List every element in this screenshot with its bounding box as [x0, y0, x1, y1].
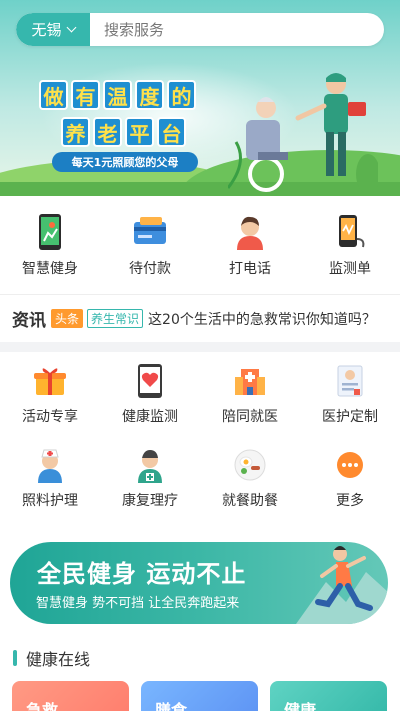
quick-action-label: 打电话	[229, 261, 271, 277]
monitor-device-icon	[330, 212, 370, 252]
promo-section: 全民健身 运动不止 智慧健身 势不可挡 让全民奔跑起来	[0, 532, 400, 630]
quick-action-call[interactable]: 打电话	[200, 196, 300, 294]
service-label: 医护定制	[322, 409, 378, 425]
banner-title-char: 台	[157, 117, 186, 147]
nurse-icon	[31, 446, 69, 484]
health-online-section: 健康在线 急救 膳食 健康	[0, 630, 400, 711]
banner-title-char: 做	[39, 80, 68, 110]
person-call-icon	[230, 212, 270, 252]
banner-title-char: 度	[135, 80, 164, 110]
heart-monitor-icon	[131, 362, 169, 400]
search-input[interactable]	[90, 13, 384, 46]
quick-action-label: 监测单	[329, 261, 371, 277]
service-meal-assist[interactable]: 就餐助餐	[200, 446, 300, 532]
banner-title-char: 老	[93, 117, 122, 147]
service-label: 康复理疗	[122, 493, 178, 509]
promo-title: 全民健身 运动不止	[37, 560, 247, 588]
banner-title-char: 的	[167, 80, 196, 110]
city-selector[interactable]: 无锡	[16, 13, 90, 46]
health-card-label: 急救	[26, 701, 59, 711]
service-health-monitoring[interactable]: 健康监测	[100, 362, 200, 446]
chevron-down-icon	[66, 22, 76, 33]
banner-subtitle: 每天1元照顾您的父母	[52, 152, 198, 172]
quick-action-label: 智慧健身	[22, 261, 78, 277]
service-label: 陪同就医	[222, 409, 278, 425]
banner-title-line-2: 养 老 平 台	[61, 117, 186, 147]
caregiver-illustration	[228, 73, 378, 192]
section-header: 健康在线	[13, 646, 90, 670]
banner-title-char: 有	[71, 80, 100, 110]
service-label: 活动专享	[22, 409, 78, 425]
section-accent-bar	[13, 650, 17, 666]
app-home-screen: 做 有 温 度 的 养 老 平 台 每天1元照顾您的父母 无锡 搜索服务 智慧健…	[0, 0, 400, 711]
banner-title-char: 平	[125, 117, 154, 147]
service-care-nursing[interactable]: 照料护理	[0, 446, 100, 532]
doctor-icon	[131, 446, 169, 484]
quick-action-label: 待付款	[129, 261, 171, 277]
banner-title-char: 养	[61, 117, 90, 147]
service-label: 就餐助餐	[222, 493, 278, 509]
phone-fitness-icon	[30, 212, 70, 252]
section-title: 健康在线	[26, 650, 91, 669]
document-icon	[331, 362, 369, 400]
gift-icon	[31, 362, 69, 400]
banner-title-line-1: 做 有 温 度 的	[39, 80, 196, 110]
news-ticker[interactable]: 资讯 头条 养生常识 这20个生活中的急救常识你知道吗？	[0, 294, 400, 342]
more-icon	[331, 446, 369, 484]
service-medical-custom[interactable]: 医护定制	[300, 362, 400, 446]
news-headline[interactable]: 这20个生活中的急救常识你知道吗？	[148, 309, 376, 329]
service-label: 更多	[336, 493, 364, 509]
quick-action-monitor-list[interactable]: 监测单	[300, 196, 400, 294]
health-card-label: 健康	[284, 701, 317, 711]
service-rehab-therapy[interactable]: 康复理疗	[100, 446, 200, 532]
service-label: 健康监测	[122, 409, 178, 425]
promo-subtitle: 智慧健身 势不可挡 让全民奔跑起来	[36, 596, 240, 611]
service-activities[interactable]: 活动专享	[0, 362, 100, 446]
quick-actions: 智慧健身 待付款 打电话 监测单	[0, 196, 400, 294]
health-card-first-aid[interactable]: 急救	[12, 681, 129, 711]
service-grid: 活动专享 健康监测 陪同就医 医护定制 照料护理 康复理疗 就餐助餐 更多	[0, 352, 400, 532]
quick-action-fitness[interactable]: 智慧健身	[0, 196, 100, 294]
health-card-health[interactable]: 健康	[270, 681, 387, 711]
news-section-title: 资讯	[12, 311, 46, 331]
service-label: 照料护理	[22, 493, 78, 509]
hero-banner[interactable]: 做 有 温 度 的 养 老 平 台 每天1元照顾您的父母 无锡 搜索服务	[0, 0, 400, 196]
quick-action-pending-payment[interactable]: 待付款	[100, 196, 200, 294]
city-label: 无锡	[31, 21, 62, 39]
health-card-diet[interactable]: 膳食	[141, 681, 258, 711]
fitness-promo-banner[interactable]: 全民健身 运动不止 智慧健身 势不可挡 让全民奔跑起来	[10, 542, 388, 624]
search-bar[interactable]: 无锡	[16, 13, 384, 46]
service-more[interactable]: 更多	[300, 446, 400, 532]
headline-badge: 头条	[51, 309, 84, 328]
category-badge: 养生常识	[87, 309, 144, 328]
hospital-icon	[231, 362, 269, 400]
banner-title-char: 温	[103, 80, 132, 110]
card-payment-icon	[130, 212, 170, 252]
service-accompany-clinic[interactable]: 陪同就医	[200, 362, 300, 446]
health-cards: 急救 膳食 健康	[12, 681, 387, 711]
runner-illustration	[296, 546, 388, 624]
health-card-label: 膳食	[155, 701, 188, 711]
meal-icon	[231, 446, 269, 484]
